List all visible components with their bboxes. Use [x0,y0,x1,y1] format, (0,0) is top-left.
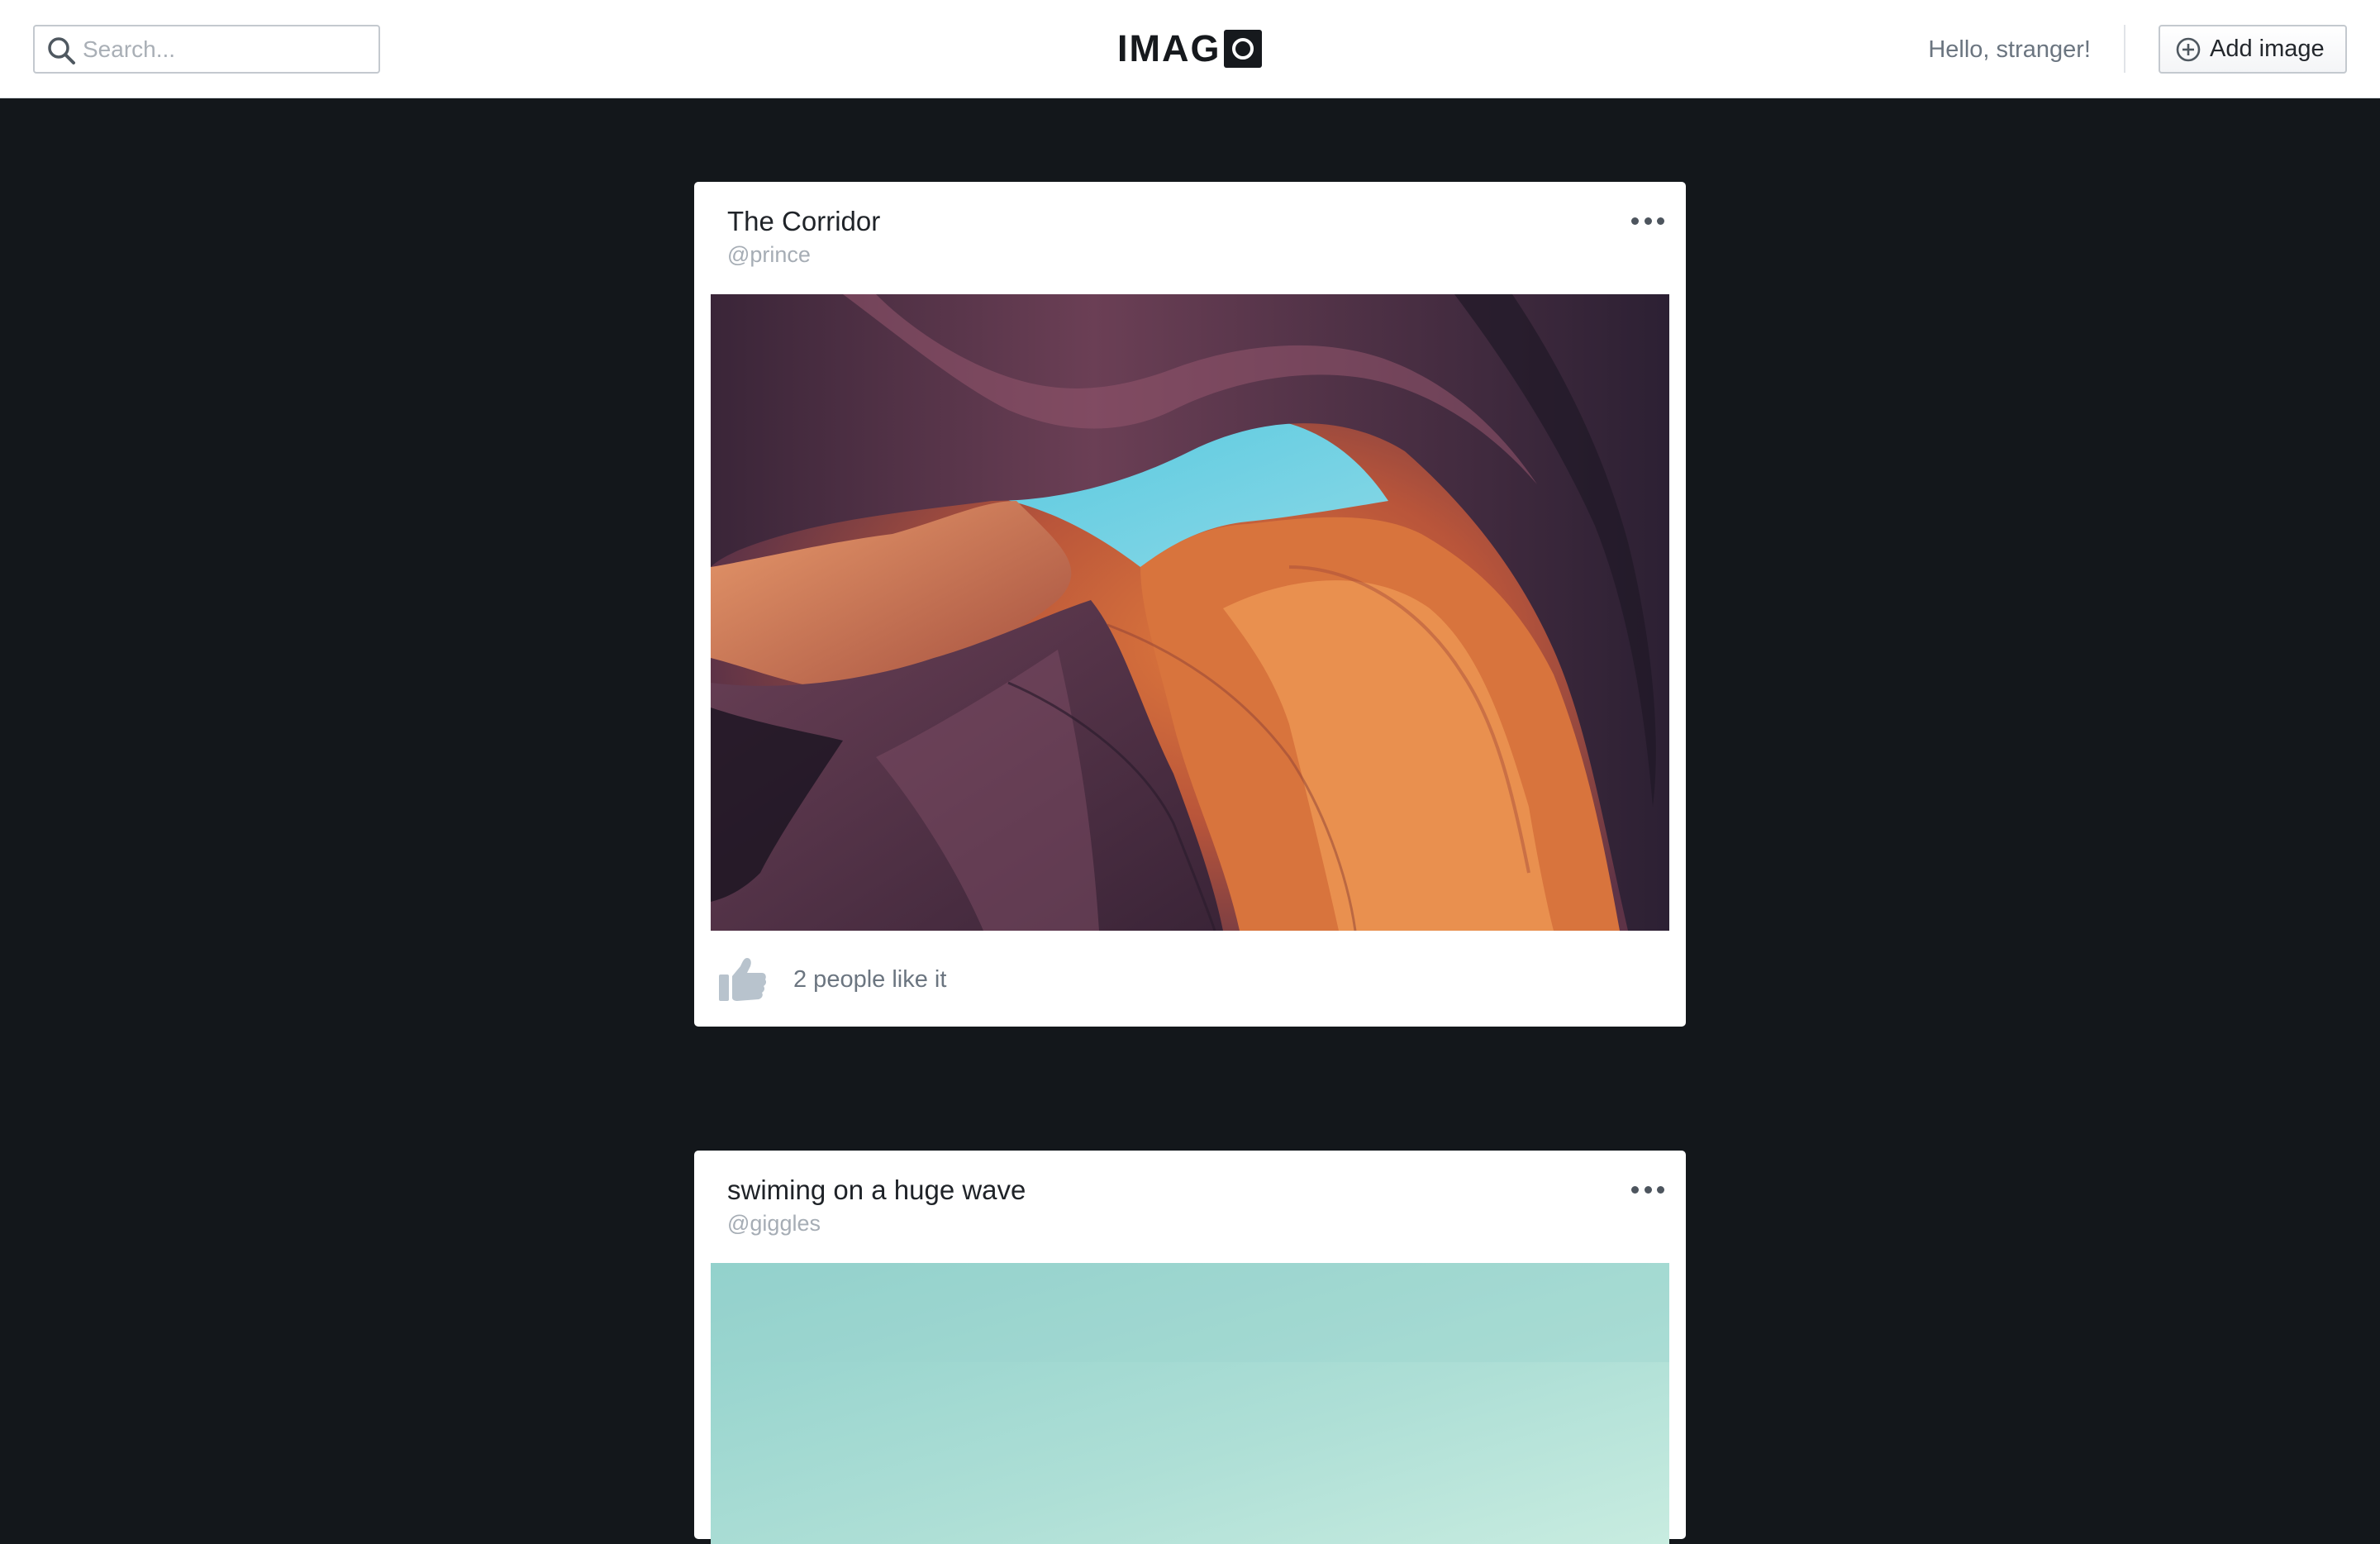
dot [1644,1185,1652,1194]
user-greeting: Hello, stranger! [1928,36,2091,63]
post-title: The Corridor [727,206,881,236]
more-options-icon[interactable] [1631,1184,1664,1195]
dot [1657,217,1664,225]
search-box[interactable] [33,25,380,74]
dot [1657,1185,1664,1194]
logo-text: IMAG [1117,27,1221,69]
post-card: swiming on a huge wave @giggles [694,1151,1686,1544]
app-logo[interactable]: IMAG [1117,28,1262,69]
post-author[interactable]: @prince [727,241,811,268]
post-image[interactable] [711,1263,1669,1544]
add-image-button[interactable]: Add image [2159,25,2347,74]
dot [1631,1185,1639,1194]
search-icon [48,37,75,64]
search-input[interactable] [83,26,372,72]
header-divider [2124,25,2125,73]
logo-camera-icon [1223,30,1262,68]
canyon-photo [711,294,1669,931]
thumbs-up-icon[interactable] [716,953,769,1006]
likes-row: 2 people like it [716,951,946,1008]
add-image-label: Add image [2210,36,2325,62]
likes-count: 2 people like it [793,965,947,993]
dot [1644,217,1652,225]
post-title: swiming on a huge wave [727,1175,1026,1205]
plus-circle-icon [2176,37,2201,61]
post-image[interactable] [711,294,1669,931]
more-options-icon[interactable] [1631,215,1664,226]
top-bar: IMAG Hello, stranger! Add image [0,0,2380,98]
wave-photo [711,1263,1669,1544]
post-card: The Corridor @prince 2 people like it [694,182,1686,1027]
dot [1631,217,1639,225]
post-author[interactable]: @giggles [727,1210,821,1237]
